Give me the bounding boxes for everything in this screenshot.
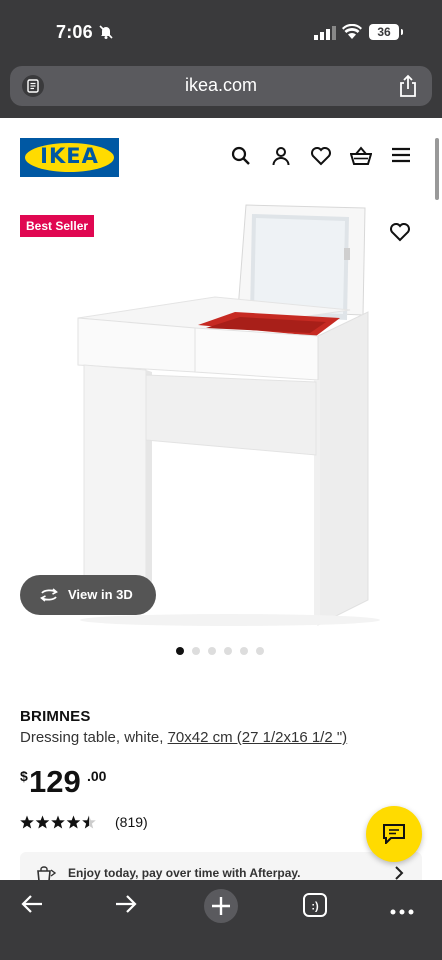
silent-bell-icon [98, 24, 114, 40]
cellular-signal-icon [314, 26, 336, 45]
wifi-icon [342, 23, 362, 45]
heart-icon[interactable] [310, 146, 332, 171]
status-time: 7:06 [56, 22, 93, 42]
rating-star [66, 815, 81, 829]
best-seller-badge: Best Seller [20, 215, 95, 237]
menu-icon[interactable] [392, 146, 410, 169]
afterpay-text: Enjoy today, pay over time with Afterpay… [68, 866, 301, 880]
rating-star [20, 815, 34, 829]
address-bar[interactable]: ikea.com [10, 66, 432, 106]
product-type-text: Dressing table, white, [20, 729, 168, 746]
rotate-3d-icon [38, 587, 60, 606]
carousel-dot[interactable] [240, 647, 248, 655]
browser-top-chrome: 7:06 36 ikea.com [0, 0, 442, 118]
carousel-dot[interactable] [224, 647, 232, 655]
tabs-label: :) [311, 901, 319, 913]
tabs-icon[interactable]: :) [302, 892, 328, 923]
carousel-dot[interactable] [208, 647, 216, 655]
chat-button[interactable] [366, 806, 422, 862]
site-header: IKEA [0, 118, 442, 198]
carousel-dot[interactable] [176, 647, 184, 655]
carousel-dot[interactable] [256, 647, 264, 655]
product-image [77, 204, 380, 626]
review-count[interactable]: (819) [115, 814, 148, 830]
scroll-indicator[interactable] [435, 138, 439, 200]
carousel-dot[interactable] [192, 647, 200, 655]
view-in-3d-button[interactable]: View in 3D [20, 575, 156, 615]
size-link[interactable]: 70x42 cm (27 1/2x16 1/2 ") [168, 729, 348, 746]
battery-indicator: 36 [369, 24, 403, 40]
status-bar: 7:06 36 [0, 18, 442, 48]
ikea-logo[interactable]: IKEA [20, 138, 119, 177]
new-tab-icon[interactable] [203, 888, 239, 929]
basket-icon[interactable] [349, 146, 373, 171]
browser-bottom-toolbar: :) [0, 880, 442, 960]
view-in-3d-label: View in 3D [68, 587, 133, 602]
share-icon[interactable] [398, 74, 418, 103]
more-icon[interactable] [390, 902, 414, 920]
logo-text: IKEA [40, 144, 99, 168]
price-integer: 129 [29, 764, 81, 799]
product-gallery[interactable]: Best Seller View in 3D [0, 200, 442, 640]
forward-icon[interactable] [114, 892, 138, 921]
back-icon[interactable] [20, 892, 44, 921]
product-name[interactable]: BRIMNES [20, 708, 422, 725]
product-description: Dressing table, white, 70x42 cm (27 1/2x… [20, 729, 422, 746]
favorite-heart-icon[interactable] [389, 222, 411, 247]
rating-star [35, 815, 50, 829]
search-icon[interactable] [231, 146, 251, 171]
price-currency: $ [20, 768, 28, 784]
account-icon[interactable] [271, 146, 291, 171]
price-decimal: .00 [87, 768, 107, 784]
rating-stars [20, 815, 96, 829]
url-text[interactable]: ikea.com [10, 75, 432, 96]
rating-star [51, 815, 65, 829]
rating-star [82, 815, 96, 829]
product-info: BRIMNES Dressing table, white, 70x42 cm … [20, 708, 422, 746]
